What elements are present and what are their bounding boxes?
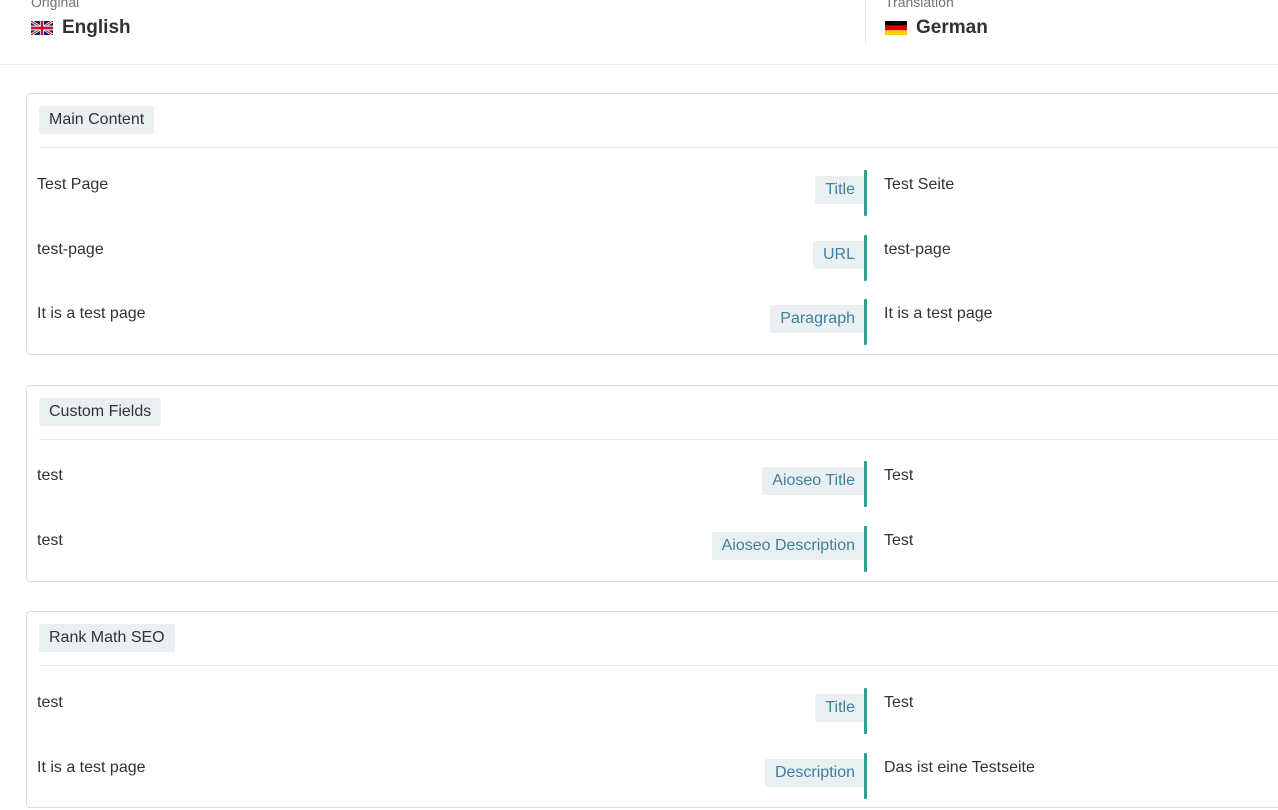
translated-text[interactable]: Test — [884, 467, 913, 485]
translated-text[interactable]: Test Seite — [884, 176, 954, 194]
translation-status-bar — [864, 461, 867, 507]
original-text: It is a test page — [37, 305, 146, 322]
original-language-value: English — [31, 17, 131, 39]
translation-row[interactable]: test Aioseo Title Test — [27, 461, 1278, 507]
field-type-badge: Aioseo Title — [762, 467, 865, 495]
section-divider — [39, 665, 1278, 666]
section-divider — [39, 439, 1278, 440]
header-divider — [865, 0, 866, 44]
original-text: test — [37, 694, 63, 711]
field-type-badge: Aioseo Description — [711, 532, 865, 560]
section-title: Main Content — [39, 106, 155, 134]
original-text: Test Page — [37, 176, 109, 193]
translation-status-bar — [864, 235, 867, 281]
original-language-name: English — [62, 17, 131, 38]
original-caption: Original — [31, 0, 80, 10]
section-title: Rank Math SEO — [39, 624, 175, 652]
translation-status-bar — [864, 526, 867, 572]
translated-text[interactable]: Das ist eine Testseite — [884, 759, 1035, 777]
translation-row[interactable]: test-page URL test-page — [27, 235, 1278, 281]
translation-language-value: German — [885, 17, 988, 39]
translated-text[interactable]: Test — [884, 694, 913, 712]
translation-row[interactable]: test Aioseo Description Test — [27, 526, 1278, 572]
field-type-badge: Paragraph — [770, 305, 865, 333]
language-header: Original English Translation German — [0, 0, 1278, 65]
field-type-badge: Title — [815, 694, 865, 722]
original-text: test — [37, 467, 63, 484]
german-flag-icon — [885, 21, 907, 35]
section-divider — [39, 147, 1278, 148]
translation-editor: Original English Translation German Main… — [0, 0, 1278, 810]
translation-status-bar — [864, 688, 867, 734]
section-main-content: Main Content Test Page Title Test Seite … — [26, 93, 1278, 355]
translation-row[interactable]: test Title Test — [27, 688, 1278, 734]
translation-status-bar — [864, 753, 867, 799]
original-text: test — [37, 532, 63, 549]
uk-flag-icon — [31, 21, 53, 35]
translated-text[interactable]: Test — [884, 532, 913, 550]
section-rank-math-seo: Rank Math SEO test Title Test It is a te… — [26, 611, 1278, 808]
translated-text[interactable]: test-page — [884, 241, 951, 259]
field-type-badge: Description — [764, 759, 865, 787]
translation-row[interactable]: It is a test page Paragraph It is a test… — [27, 299, 1278, 345]
original-text: test-page — [37, 241, 104, 258]
field-type-badge: URL — [812, 241, 865, 269]
translation-status-bar — [864, 299, 867, 345]
translation-caption: Translation — [885, 0, 954, 10]
translation-language-name: German — [916, 17, 988, 38]
translated-text[interactable]: It is a test page — [884, 305, 993, 323]
section-title: Custom Fields — [39, 398, 162, 426]
original-text: It is a test page — [37, 759, 146, 776]
translation-row[interactable]: It is a test page Description Das ist ei… — [27, 753, 1278, 799]
translation-row[interactable]: Test Page Title Test Seite — [27, 170, 1278, 216]
translation-status-bar — [864, 170, 867, 216]
section-custom-fields: Custom Fields test Aioseo Title Test tes… — [26, 385, 1278, 582]
field-type-badge: Title — [815, 176, 865, 204]
